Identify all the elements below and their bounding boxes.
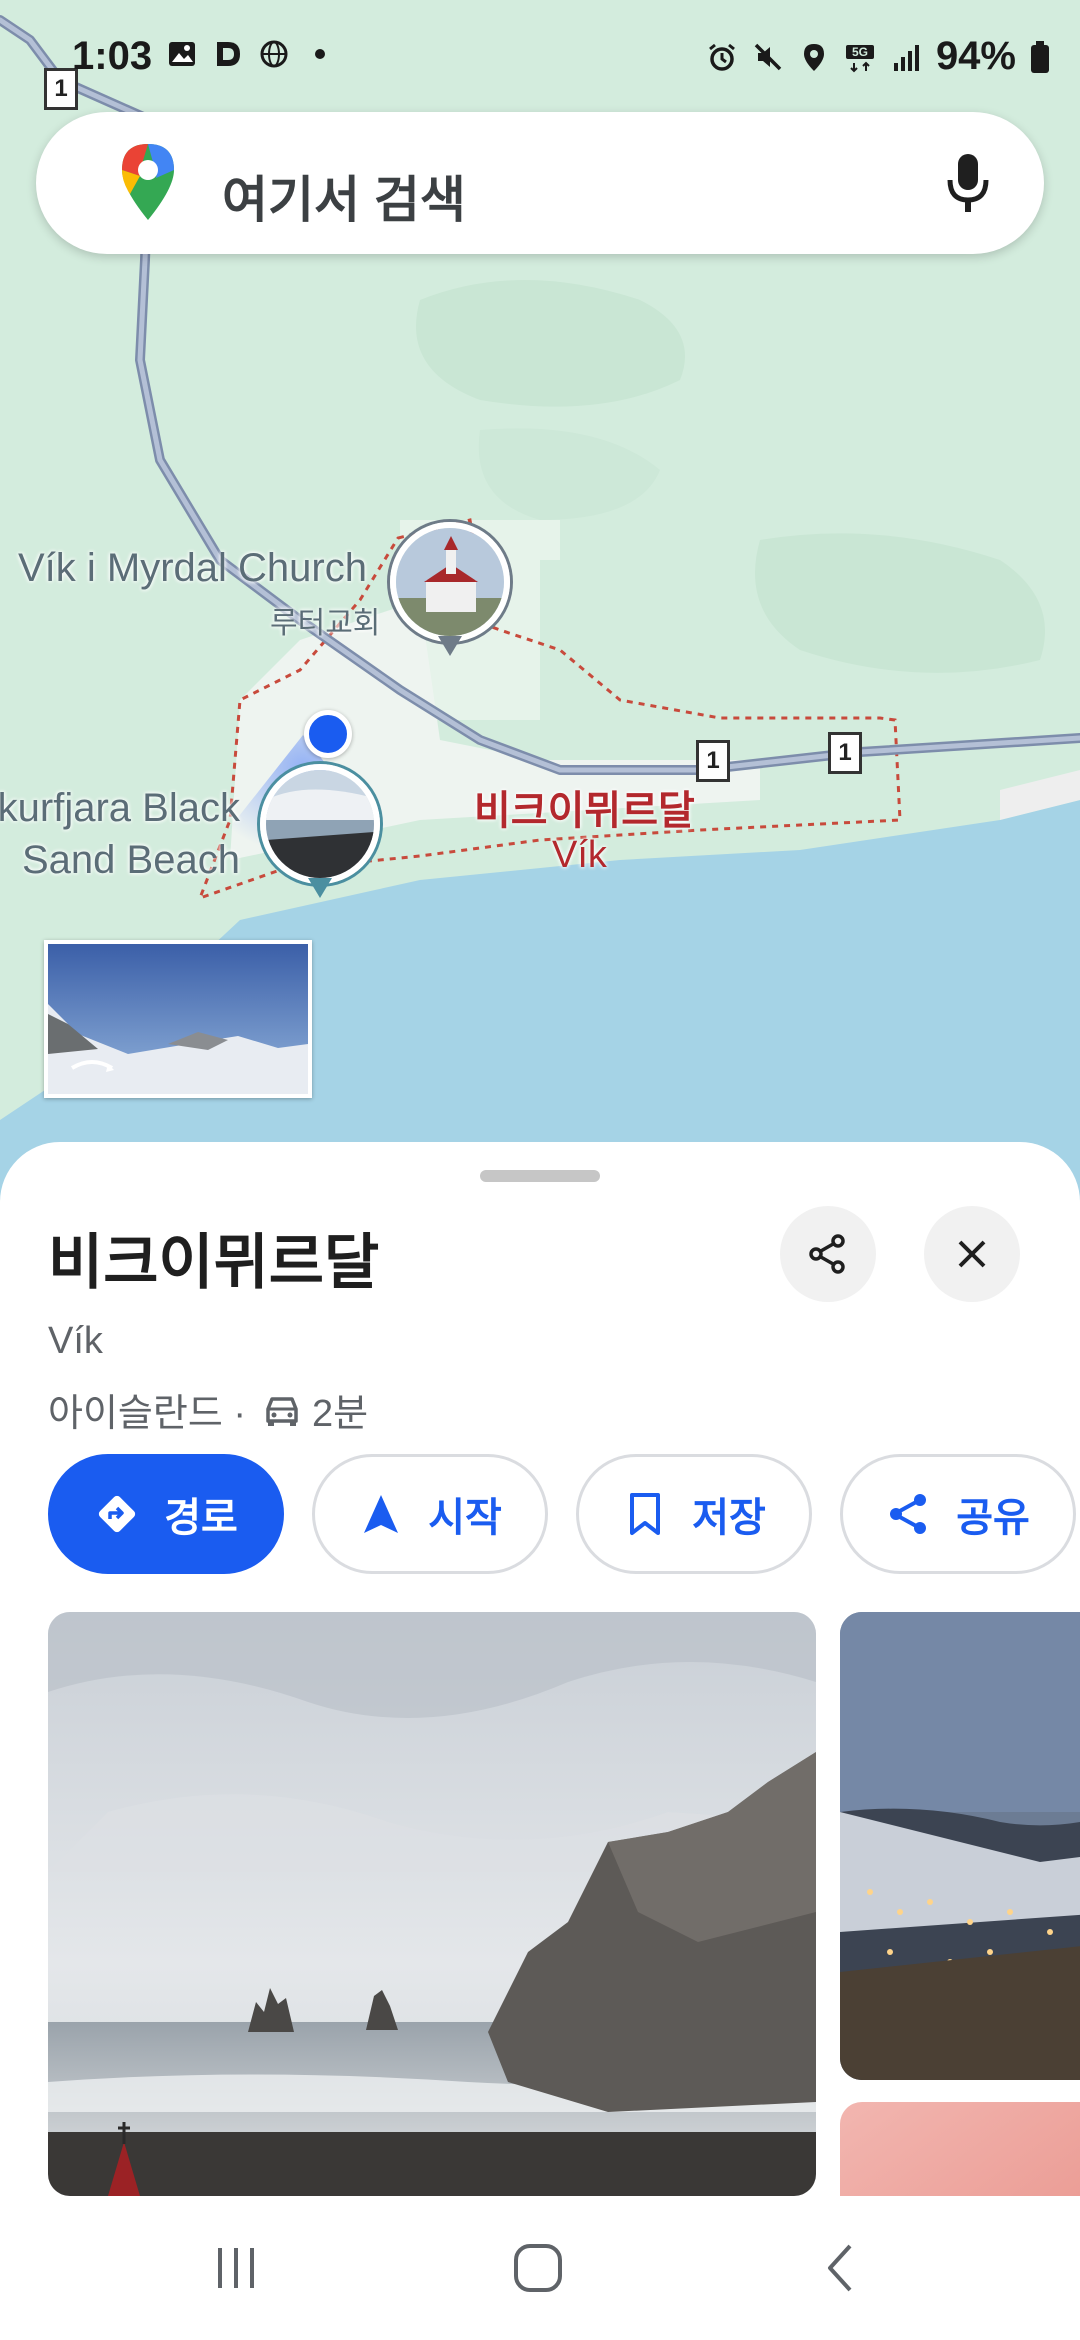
d-app-icon	[217, 42, 240, 66]
place-subtitle: Vík	[48, 1320, 103, 1362]
status-bar: 1:03 5G 94%	[0, 0, 1080, 110]
action-chips: 경로 시작 저장 공유	[48, 1454, 1076, 1574]
share-button[interactable]: 공유	[840, 1454, 1076, 1574]
home-icon	[514, 2244, 562, 2292]
place-meta: 아이슬란드 · 2분	[48, 1382, 368, 1437]
status-time: 1:03	[72, 34, 153, 78]
search-input[interactable]: 여기서 검색	[222, 160, 466, 232]
place-bottom-sheet[interactable]: 비크이뮈르달 Vík 아이슬란드 · 2분 경로 시작 저장 공유	[0, 1142, 1080, 2196]
share-round-button[interactable]	[780, 1206, 876, 1302]
town-sub-label: Vík	[552, 834, 607, 876]
church-photo	[390, 522, 510, 642]
share-icon	[890, 1494, 927, 1534]
system-nav-bar	[0, 2196, 1080, 2340]
recent-apps-button[interactable]	[196, 2236, 276, 2300]
route-label: 경로	[164, 1496, 238, 1540]
beach-label-line1: kurfjara Black	[0, 786, 240, 830]
church-label[interactable]: Vík i Myrdal Church	[18, 546, 367, 591]
church-photo-pin[interactable]	[390, 522, 510, 662]
dot-icon	[315, 49, 325, 59]
car-icon	[266, 1396, 298, 1426]
back-button[interactable]	[800, 2236, 880, 2300]
close-button[interactable]	[924, 1206, 1020, 1302]
road-shield-3: 1	[828, 732, 862, 774]
5g-icon: 5G	[845, 44, 874, 72]
svg-text:5G: 5G	[852, 45, 868, 59]
beach-label[interactable]: kurfjara Black Sand Beach	[0, 782, 240, 886]
church-category-label: 루터교회	[270, 607, 381, 640]
town-label[interactable]: 비크이뮈르달	[474, 778, 695, 836]
current-location-dot	[304, 710, 352, 758]
sheet-drag-handle[interactable]	[480, 1170, 600, 1182]
gallery-icon	[169, 42, 195, 66]
status-right-icons: 5G 94%	[706, 34, 1050, 79]
home-button[interactable]	[498, 2236, 578, 2300]
sunset-photo	[840, 2102, 1080, 2196]
place-country: 아이슬란드 ·	[48, 1393, 247, 1435]
location-icon	[803, 43, 824, 71]
share-label: 공유	[956, 1496, 1030, 1540]
coast-photo	[48, 1612, 816, 2196]
start-button[interactable]: 시작	[312, 1454, 548, 1574]
back-icon	[828, 2244, 852, 2292]
start-label: 시작	[428, 1496, 502, 1540]
signal-icon	[893, 44, 919, 71]
drive-time: 2분	[312, 1393, 369, 1435]
mic-icon[interactable]	[944, 152, 992, 216]
alarm-icon	[709, 43, 735, 71]
google-maps-pin-icon	[122, 144, 174, 220]
save-label: 저장	[692, 1496, 766, 1540]
mute-icon	[754, 43, 782, 70]
place-photo-town[interactable]	[840, 1612, 1080, 2080]
beach-label-line2: Sand Beach	[22, 838, 240, 882]
search-bar[interactable]: 여기서 검색	[36, 112, 1044, 254]
road-shield-2: 1	[696, 740, 730, 782]
street-view-thumbnail[interactable]	[44, 940, 312, 1098]
battery-icon	[1031, 40, 1049, 73]
route-button[interactable]: 경로	[48, 1454, 284, 1574]
recent-apps-icon	[218, 2248, 254, 2288]
battery-level: 94%	[935, 34, 1016, 78]
beach-photo	[260, 764, 380, 884]
save-button[interactable]: 저장	[576, 1454, 812, 1574]
beach-photo-pin[interactable]	[260, 764, 380, 904]
directions-icon	[99, 1495, 136, 1533]
status-left-icons	[166, 38, 336, 70]
bookmark-icon	[630, 1493, 661, 1535]
navigation-arrow-icon	[364, 1495, 399, 1533]
close-icon	[958, 1240, 986, 1268]
place-photo-main[interactable]	[48, 1612, 816, 2196]
share-icon	[809, 1234, 845, 1274]
town-photo	[840, 1612, 1080, 2080]
place-title: 비크이뮈르달	[48, 1229, 380, 1296]
place-photo-sunset[interactable]	[840, 2102, 1080, 2196]
globe-icon	[260, 40, 288, 68]
